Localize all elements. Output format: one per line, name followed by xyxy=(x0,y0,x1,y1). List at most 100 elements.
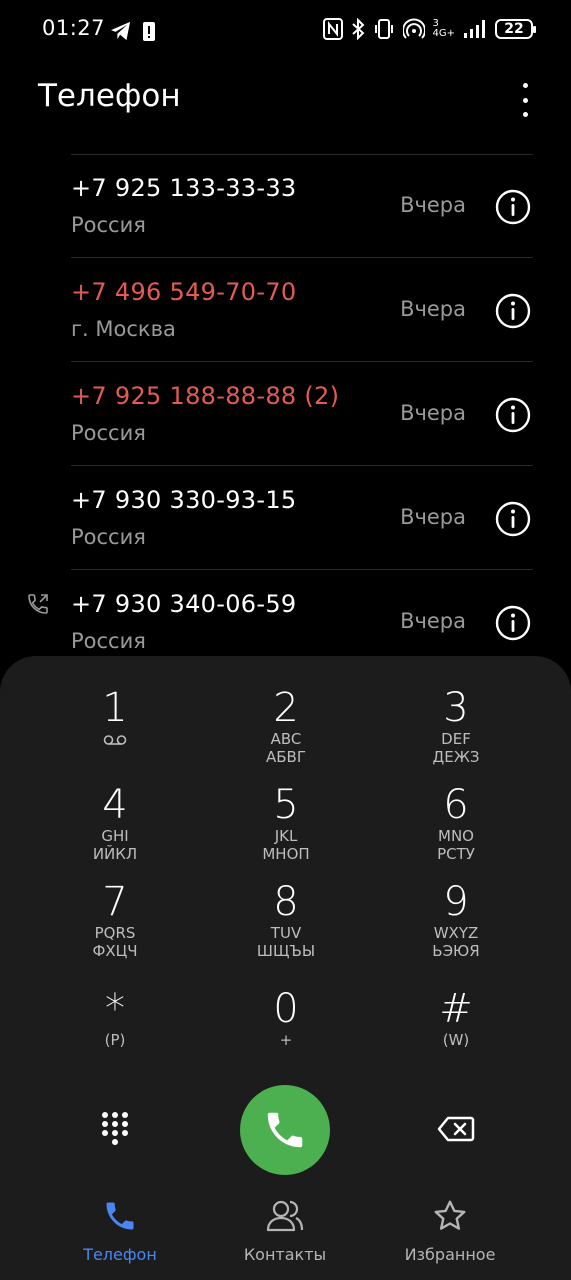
tab-favorites-label: Избранное xyxy=(404,1245,496,1264)
dial-key-star[interactable]: * (P) xyxy=(40,987,190,1049)
call-button[interactable] xyxy=(240,1085,330,1175)
call-location: Россия xyxy=(71,421,146,445)
call-number: +7 925 133-33-33 xyxy=(71,174,297,202)
key-digit: 6 xyxy=(443,782,469,828)
status-time: 01:27 xyxy=(42,16,106,40)
dial-key-1[interactable]: 1 xyxy=(40,686,190,750)
key-digit: 4 xyxy=(102,782,128,828)
dial-key-0[interactable]: 0 + xyxy=(211,987,361,1049)
dial-key-9[interactable]: 9 WXYZ ЬЭЮЯ xyxy=(381,880,531,960)
key-digit: 1 xyxy=(102,685,128,731)
outgoing-call-icon xyxy=(28,594,48,614)
status-bar: 01:27 3 4G+ 22 xyxy=(0,0,571,64)
tab-phone[interactable]: Телефон xyxy=(45,1195,195,1264)
dial-key-6[interactable]: 6 MNO РСТУ xyxy=(381,783,531,863)
key-letters-cyrillic: ИЙКЛ xyxy=(92,845,138,863)
contacts-icon xyxy=(266,1200,304,1232)
call-number: +7 930 340-06-59 xyxy=(71,590,297,618)
key-letters-cyrillic: МНОП xyxy=(262,845,310,863)
call-log-row[interactable]: +7 925 133-33-33 Россия Вчера xyxy=(71,154,533,258)
call-date: Вчера xyxy=(400,505,466,529)
key-letters-latin: MNO xyxy=(438,827,474,845)
key-letters-latin: JKL xyxy=(274,827,298,845)
call-log-row[interactable]: +7 496 549-70-70 г. Москва Вчера xyxy=(71,258,533,362)
info-icon[interactable] xyxy=(495,293,531,329)
info-icon[interactable] xyxy=(495,605,531,641)
key-letters-cyrillic: РСТУ xyxy=(437,845,475,863)
call-log-row[interactable]: +7 930 330-93-15 Россия Вчера xyxy=(71,466,533,570)
dial-key-3[interactable]: 3 DEF ДЕЖЗ xyxy=(381,686,531,766)
tab-phone-label: Телефон xyxy=(83,1245,157,1264)
call-date: Вчера xyxy=(400,193,466,217)
dial-key-5[interactable]: 5 JKL МНОП xyxy=(211,783,361,863)
key-letters-cyrillic: ФХЦЧ xyxy=(92,942,138,960)
call-number: +7 496 549-70-70 xyxy=(71,278,297,306)
key-letters-cyrillic: ЬЭЮЯ xyxy=(432,942,480,960)
dial-key-hash[interactable]: # (W) xyxy=(381,987,531,1049)
info-icon[interactable] xyxy=(495,189,531,225)
signal-icon xyxy=(464,20,485,38)
call-number: +7 930 330-93-15 xyxy=(71,486,297,514)
phone-icon xyxy=(267,1112,303,1148)
key-letters-latin: PQRS xyxy=(94,924,136,942)
key-letters-latin: (W) xyxy=(442,1031,470,1049)
bluetooth-icon xyxy=(351,18,364,40)
backspace-button[interactable] xyxy=(437,1116,475,1142)
network-type-label: 4G+ xyxy=(432,28,456,39)
key-digit: # xyxy=(439,986,473,1032)
star-icon xyxy=(434,1200,466,1230)
call-log-list: +7 925 133-33-33 Россия Вчера +7 496 549-70… xyxy=(0,154,571,674)
key-digit: 2 xyxy=(273,685,299,731)
key-digit: 5 xyxy=(273,782,299,828)
key-letters-cyrillic: ДЕЖЗ xyxy=(432,748,480,766)
key-digit: 8 xyxy=(273,879,299,925)
tab-favorites[interactable]: Избранное xyxy=(375,1195,525,1264)
dial-key-2[interactable]: 2 ABC АБВГ xyxy=(211,686,361,766)
call-location: Россия xyxy=(71,525,146,549)
tab-contacts-label: Контакты xyxy=(243,1245,327,1264)
voicemail-icon xyxy=(103,735,127,745)
more-options-button[interactable] xyxy=(513,80,537,120)
call-date: Вчера xyxy=(400,297,466,321)
alert-icon xyxy=(143,22,155,41)
key-letters-latin: + xyxy=(279,1031,293,1049)
call-number: +7 925 188-88-88 (2) xyxy=(71,382,340,410)
page-title: Телефон xyxy=(38,78,181,114)
call-location: Россия xyxy=(71,629,146,653)
key-letters-cyrillic: АБВГ xyxy=(266,748,306,766)
phone-icon xyxy=(106,1202,134,1230)
key-letters-latin: (P) xyxy=(104,1031,126,1049)
call-location: Россия xyxy=(71,213,146,237)
dial-key-7[interactable]: 7 PQRS ФХЦЧ xyxy=(40,880,190,960)
key-letters-latin: GHI xyxy=(101,827,129,845)
more-dot-icon xyxy=(522,97,528,103)
nfc-icon xyxy=(322,18,343,40)
key-digit: 3 xyxy=(443,685,469,731)
vibrate-icon xyxy=(374,19,393,39)
call-date: Вчера xyxy=(400,609,466,633)
dial-key-4[interactable]: 4 GHI ИЙКЛ xyxy=(40,783,190,863)
hotspot-icon xyxy=(402,18,425,39)
info-icon[interactable] xyxy=(495,397,531,433)
dialpad-toggle-icon[interactable] xyxy=(100,1110,130,1146)
key-letters-cyrillic: ШЩЪЫ xyxy=(256,942,316,960)
info-icon[interactable] xyxy=(495,501,531,537)
key-digit: * xyxy=(105,986,125,1032)
more-dot-icon xyxy=(522,83,528,88)
key-digit: 0 xyxy=(273,986,299,1032)
call-date: Вчера xyxy=(400,401,466,425)
key-letters-latin: WXYZ xyxy=(433,924,479,942)
battery-indicator: 22 xyxy=(495,19,536,39)
dial-key-8[interactable]: 8 TUV ШЩЪЫ xyxy=(211,880,361,960)
call-location: г. Москва xyxy=(71,317,176,341)
more-dot-icon xyxy=(522,112,528,117)
key-letters-latin: DEF xyxy=(441,730,471,748)
telegram-icon xyxy=(111,21,131,41)
key-letters-latin: ABC xyxy=(270,730,302,748)
key-letters-latin: TUV xyxy=(270,924,302,942)
call-log-row[interactable]: +7 925 188-88-88 (2) Россия Вчера xyxy=(71,362,533,466)
key-digit: 7 xyxy=(102,879,128,925)
key-digit: 9 xyxy=(443,879,469,925)
bottom-navigation: Телефон Контакты Избранное xyxy=(0,1195,571,1280)
tab-contacts[interactable]: Контакты xyxy=(210,1195,360,1264)
